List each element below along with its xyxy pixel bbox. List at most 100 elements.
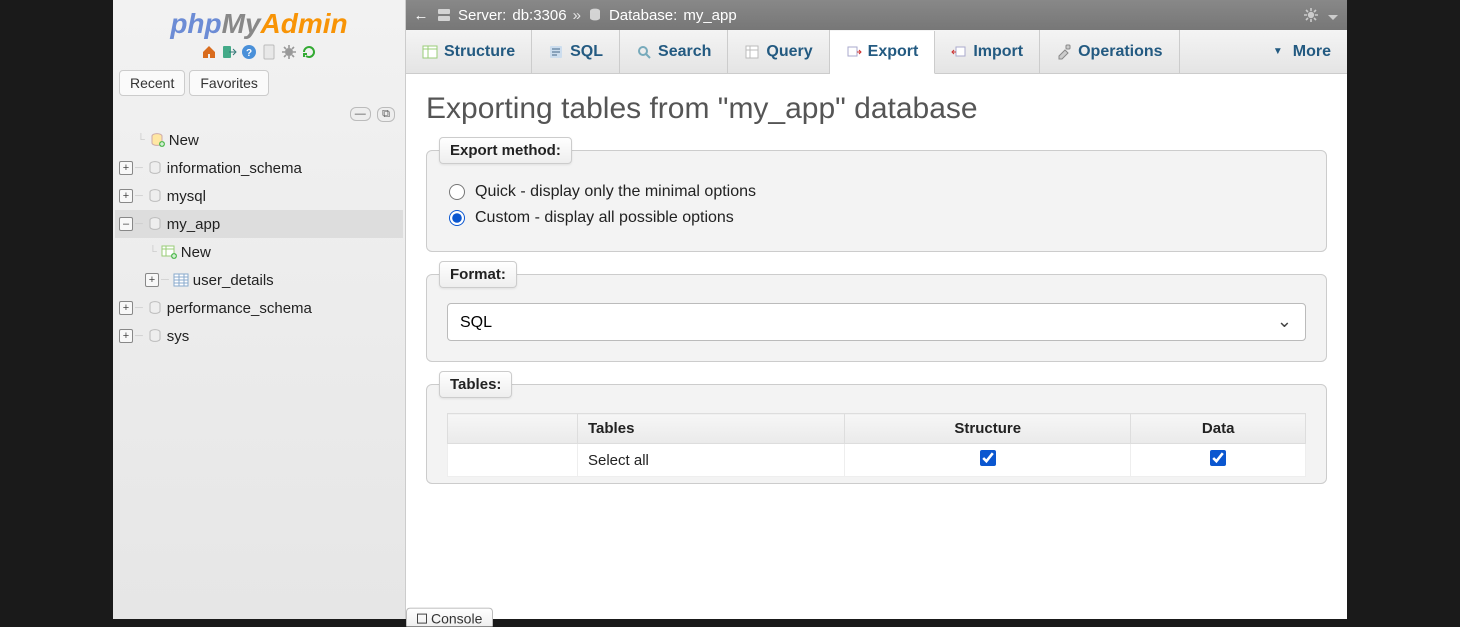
export-method-fieldset: Export method: Quick - display only the … — [426, 150, 1327, 252]
tree-label: performance_schema — [167, 300, 312, 317]
db-icon — [147, 216, 163, 232]
tables-table: Tables Structure Data Select all — [447, 413, 1306, 477]
radio-custom[interactable] — [449, 210, 465, 226]
sql-icon — [548, 44, 564, 60]
structure-icon — [422, 44, 438, 60]
nav-search[interactable]: Search — [620, 30, 728, 73]
settings-icon[interactable] — [281, 44, 297, 60]
tree-item-my-app[interactable]: – ─ my_app — [115, 210, 403, 238]
nav-query[interactable]: Query — [728, 30, 829, 73]
operations-icon — [1056, 44, 1072, 60]
expand-icon[interactable]: + — [119, 329, 133, 343]
tree-label: my_app — [167, 216, 220, 233]
search-icon — [636, 44, 652, 60]
nav-label: Export — [868, 43, 919, 61]
nav-label: More — [1293, 43, 1331, 61]
db-tree: └ New + ─ information_schema + ─ mysql –… — [113, 122, 405, 354]
col-tables: Tables — [578, 414, 845, 444]
tree-item-information-schema[interactable]: + ─ information_schema — [115, 154, 403, 182]
export-method-custom[interactable]: Custom - display all possible options — [447, 205, 1306, 231]
breadcrumb-db[interactable]: my_app — [683, 7, 736, 24]
select-all-structure-checkbox[interactable] — [980, 450, 996, 466]
export-method-legend: Export method: — [439, 137, 572, 164]
breadcrumb-sep: » — [573, 7, 581, 24]
docs-icon[interactable] — [261, 44, 277, 60]
page-title: Exporting tables from "my_app" database — [426, 92, 1327, 126]
reload-icon[interactable] — [301, 44, 317, 60]
import-icon — [951, 44, 967, 60]
expand-icon[interactable]: + — [145, 273, 159, 287]
server-icon — [436, 7, 452, 23]
expand-icon[interactable]: + — [119, 301, 133, 315]
tab-recent[interactable]: Recent — [119, 70, 185, 96]
col-blank — [448, 414, 578, 444]
db-icon — [147, 300, 163, 316]
radio-quick[interactable] — [449, 184, 465, 200]
query-icon — [744, 44, 760, 60]
nav-label: Structure — [444, 43, 515, 61]
logo-part-admin: Admin — [261, 8, 348, 39]
nav-more[interactable]: ▼ More — [1257, 30, 1347, 73]
select-all-data-checkbox[interactable] — [1210, 450, 1226, 466]
tree-new-db-label: New — [169, 132, 199, 149]
database-icon — [587, 7, 603, 23]
logo-part-my: My — [222, 8, 261, 39]
tree-item-mysql[interactable]: + ─ mysql — [115, 182, 403, 210]
sidebar-quick-icons: ? — [113, 42, 405, 66]
format-select[interactable]: SQL — [447, 303, 1306, 341]
breadcrumb-server[interactable]: db:3306 — [512, 7, 566, 24]
help-icon[interactable]: ? — [241, 44, 257, 60]
nav-label: Query — [766, 43, 812, 61]
col-data: Data — [1131, 414, 1306, 444]
tree-item-my-app-new[interactable]: └ New — [115, 238, 403, 266]
expand-icon[interactable]: + — [119, 161, 133, 175]
table-row-select-all: Select all — [448, 444, 1306, 477]
tree-label: New — [181, 244, 211, 261]
nav-label: SQL — [570, 43, 603, 61]
breadcrumb: ← Server: db:3306 » Database: my_app — [406, 0, 1347, 30]
nav-label: Search — [658, 43, 711, 61]
col-structure: Structure — [845, 414, 1131, 444]
expand-icon[interactable]: + — [119, 189, 133, 203]
tree-new-db[interactable]: └ New — [115, 126, 403, 154]
home-icon[interactable] — [201, 44, 217, 60]
select-all-label[interactable]: Select all — [578, 444, 845, 477]
nav-label: Import — [973, 43, 1023, 61]
top-nav: Structure SQL Search Query Export Import — [406, 30, 1347, 74]
nav-structure[interactable]: Structure — [406, 30, 532, 73]
collapse-all-icon[interactable]: — — [350, 107, 371, 121]
tab-favorites[interactable]: Favorites — [189, 70, 269, 96]
tables-legend: Tables: — [439, 371, 512, 398]
new-table-icon — [161, 244, 177, 260]
nav-export[interactable]: Export — [830, 31, 936, 74]
collapse-icon[interactable]: – — [119, 217, 133, 231]
tree-label: mysql — [167, 188, 206, 205]
format-fieldset: Format: SQL — [426, 274, 1327, 362]
export-icon — [846, 44, 862, 60]
nav-sql[interactable]: SQL — [532, 30, 620, 73]
link-icon[interactable]: ⧉ — [377, 107, 395, 122]
nav-label: Operations — [1078, 43, 1162, 61]
tree-label: sys — [167, 328, 190, 345]
collapse-top-icon[interactable] — [1325, 7, 1341, 23]
db-icon — [147, 328, 163, 344]
logo[interactable]: phpMyAdmin — [113, 0, 405, 42]
breadcrumb-server-prefix: Server: — [458, 7, 506, 24]
tree-item-sys[interactable]: + ─ sys — [115, 322, 403, 350]
export-method-quick[interactable]: Quick - display only the minimal options — [447, 179, 1306, 205]
nav-import[interactable]: Import — [935, 30, 1040, 73]
db-icon — [147, 188, 163, 204]
nav-back-icon[interactable]: ← — [412, 7, 430, 24]
tree-item-performance-schema[interactable]: + ─ performance_schema — [115, 294, 403, 322]
logo-part-php: php — [170, 8, 221, 39]
tables-fieldset: Tables: Tables Structure Data Sel — [426, 384, 1327, 484]
tree-label: information_schema — [167, 160, 302, 177]
tree-label: user_details — [193, 272, 274, 289]
gear-icon[interactable] — [1303, 7, 1319, 23]
logout-icon[interactable] — [221, 44, 237, 60]
breadcrumb-db-prefix: Database: — [609, 7, 677, 24]
console-toggle[interactable]: Console — [406, 608, 493, 627]
nav-operations[interactable]: Operations — [1040, 30, 1179, 73]
radio-label: Custom - display all possible options — [475, 209, 734, 227]
tree-item-user-details[interactable]: + ─ user_details — [115, 266, 403, 294]
